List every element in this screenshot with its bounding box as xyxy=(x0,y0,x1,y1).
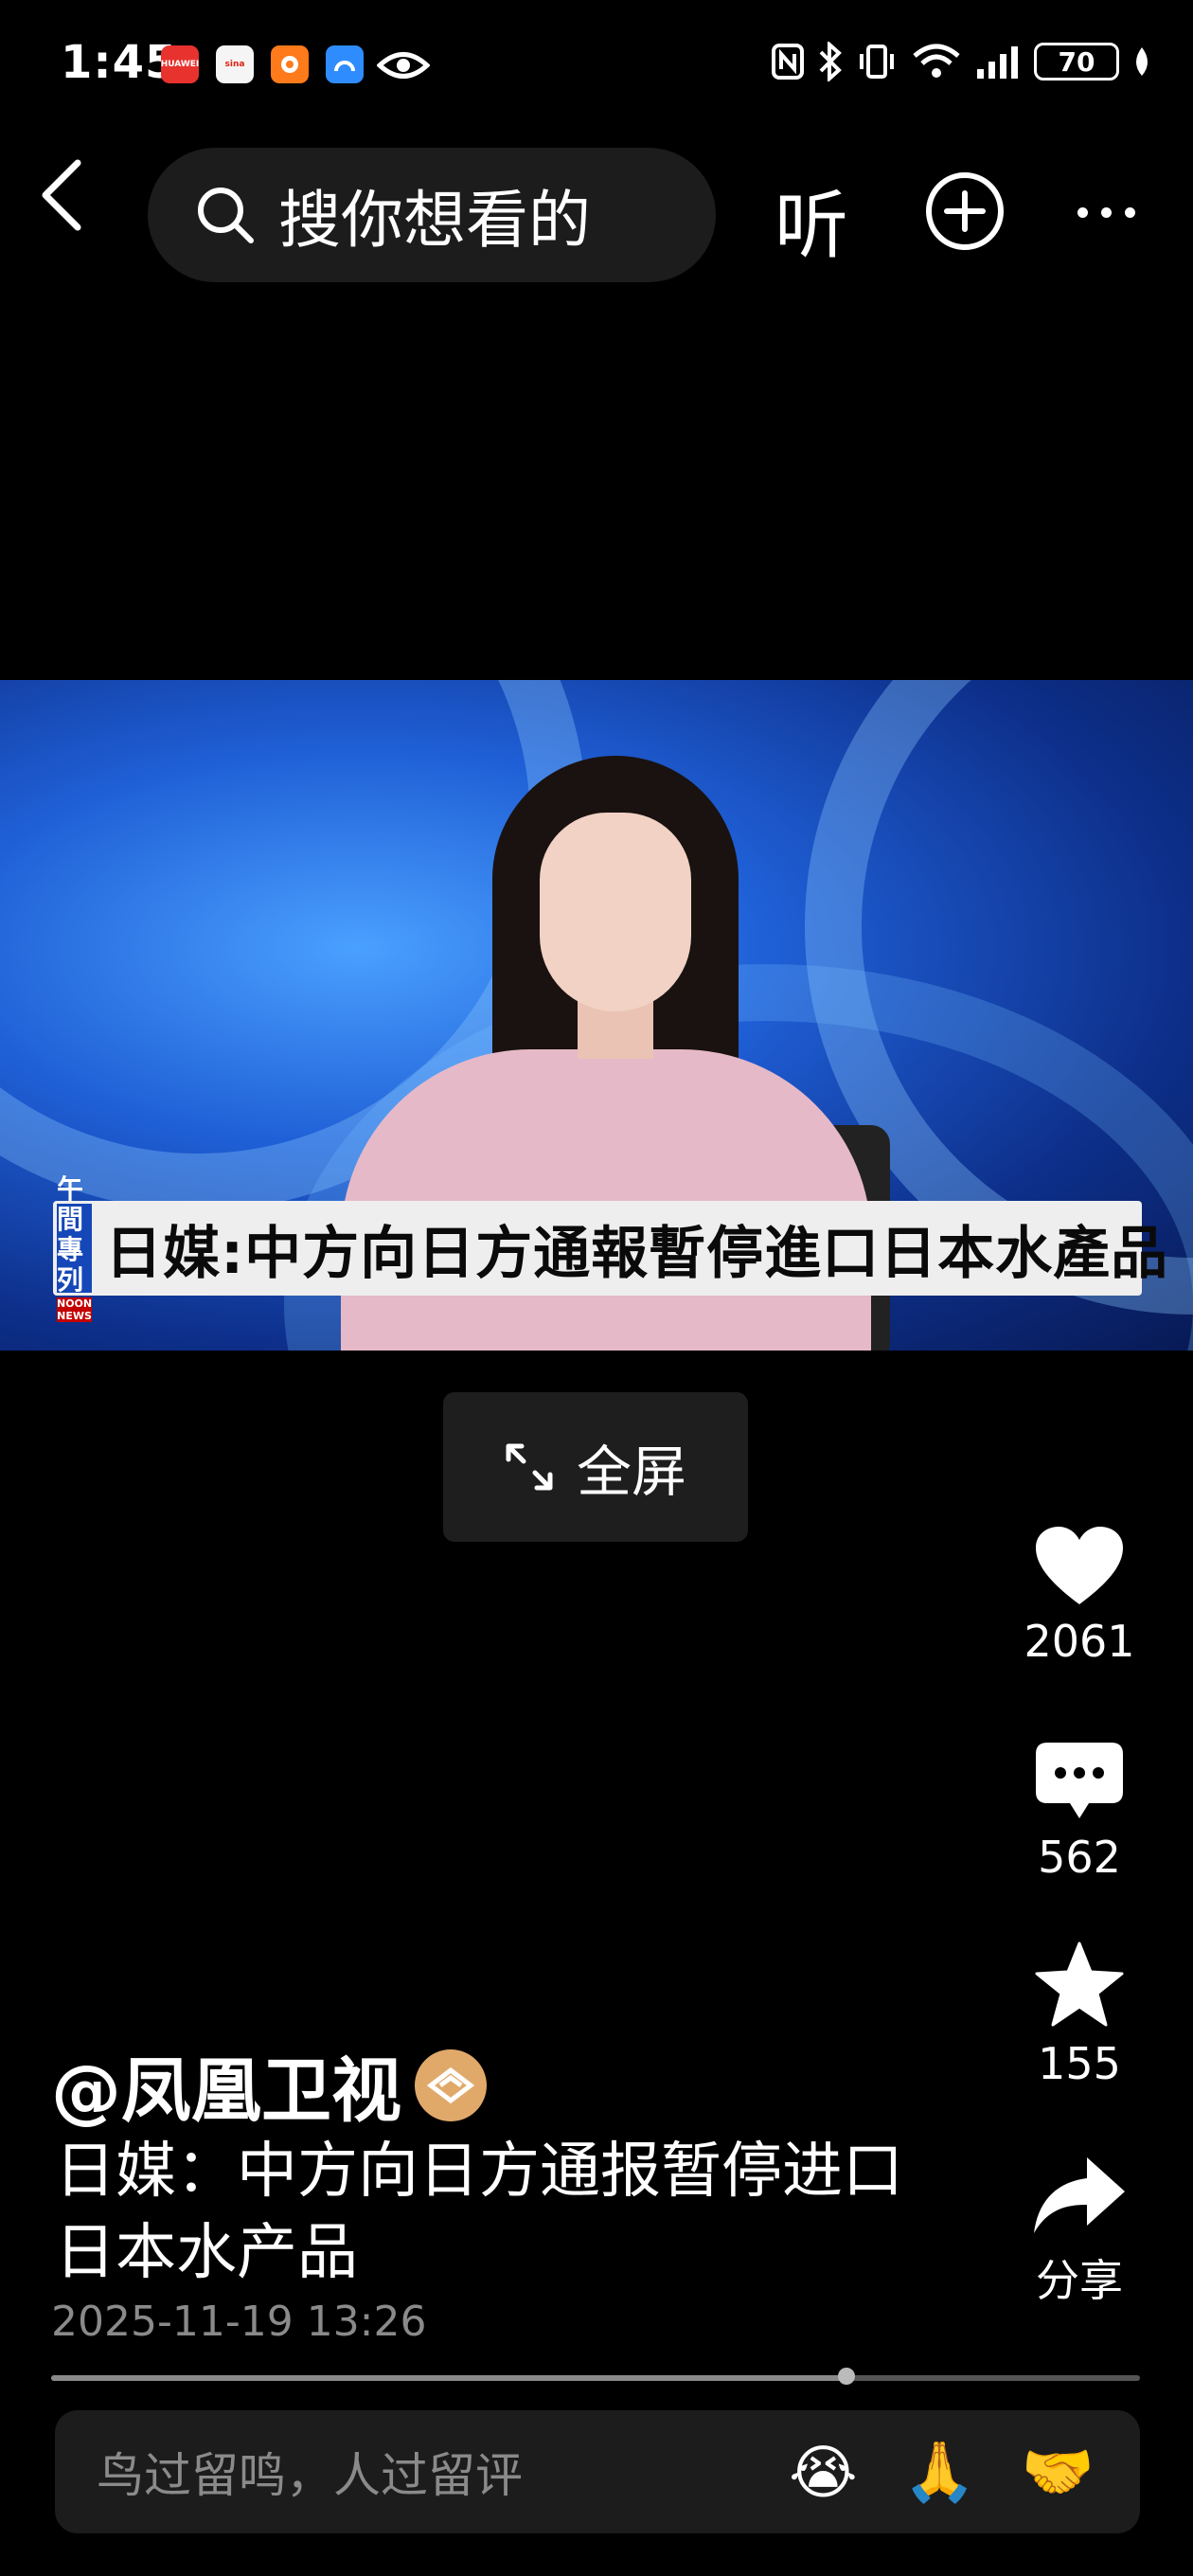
handshake-emoji-icon[interactable]: 🤝 xyxy=(1022,2437,1095,2507)
praying-hands-emoji-icon[interactable]: 🙏 xyxy=(903,2437,976,2507)
bluetooth-icon xyxy=(819,42,842,81)
post-timestamp: 2025-11-19 13:26 xyxy=(51,2298,427,2346)
leaf-icon xyxy=(1136,47,1148,76)
logo-line-3: NOON NEWS xyxy=(57,1297,93,1322)
status-time: 1:45 xyxy=(61,36,178,89)
more-dot-icon xyxy=(1077,206,1088,218)
share-arrow-icon xyxy=(1034,2157,1125,2233)
progress-fill xyxy=(51,2375,846,2381)
blue-app-icon xyxy=(326,45,364,83)
back-button[interactable] xyxy=(28,159,97,231)
share-action[interactable]: 分享 xyxy=(1004,2156,1155,2309)
chevron-left-icon xyxy=(42,159,81,231)
crying-laugh-emoji-icon[interactable]: 😭 xyxy=(789,2438,857,2507)
search-icon xyxy=(198,188,254,243)
news-headline: 日媒:中方向日方通報暫停進口日本水產品 xyxy=(105,1220,1169,1287)
add-button[interactable] xyxy=(924,170,1006,252)
sina-app-icon: sina xyxy=(216,45,254,83)
eye-icon xyxy=(376,49,431,85)
logo-line-1: 午間 xyxy=(57,1173,86,1235)
comment-placeholder: 鸟过留鸣，人过留评 xyxy=(97,2448,523,2503)
like-count: 2061 xyxy=(1024,1616,1135,1667)
battery-indicator: 70 xyxy=(1034,43,1119,80)
post-caption: 日媒：中方向日方通报暂停进口日本水产品 xyxy=(55,2137,903,2288)
heart-icon xyxy=(1036,1527,1123,1604)
fullscreen-button[interactable]: 全屏 xyxy=(443,1392,748,1542)
progress-handle[interactable] xyxy=(837,2368,855,2385)
signal-icon xyxy=(977,46,1018,79)
video-player[interactable]: 午間 專列 NOON NEWS 日媒:中方向日方通報暫停進口日本水產品 xyxy=(0,680,1193,1351)
wifi-icon xyxy=(913,44,960,78)
comment-bubble-icon xyxy=(1036,1743,1123,1818)
listen-button[interactable]: 听 xyxy=(775,167,848,273)
comment-count: 562 xyxy=(1038,1832,1121,1883)
logo-line-2: 專列 xyxy=(57,1234,86,1296)
orange-app-icon xyxy=(271,45,309,83)
author-name[interactable]: @凤凰卫视 xyxy=(51,2034,401,2136)
favorite-count: 155 xyxy=(1038,2038,1121,2089)
more-options-button[interactable] xyxy=(1077,201,1144,224)
author-row[interactable]: @凤凰卫视 xyxy=(51,2034,487,2136)
noon-news-logo: 午間 專列 NOON NEWS xyxy=(57,1174,93,1322)
status-indicators: 70 xyxy=(771,42,1151,81)
share-label: 分享 xyxy=(1036,2255,1123,2306)
search-placeholder: 搜你想看的 xyxy=(278,184,591,257)
news-anchor-face xyxy=(540,813,691,1011)
vibrate-icon xyxy=(860,45,894,79)
search-box[interactable]: 搜你想看的 xyxy=(148,148,716,282)
more-dot-icon xyxy=(1125,206,1135,218)
comment-input[interactable]: 鸟过留鸣，人过留评 😭 🙏 🤝 xyxy=(55,2410,1140,2533)
fullscreen-label: 全屏 xyxy=(576,1440,686,1504)
verified-badge-icon xyxy=(415,2048,487,2121)
expand-icon xyxy=(506,1443,553,1491)
news-anchor-body xyxy=(341,1049,871,1351)
favorite-action[interactable]: 155 xyxy=(1004,1941,1155,2089)
more-dot-icon xyxy=(1101,206,1112,218)
huawei-app-icon: HUAWEI xyxy=(161,45,199,83)
plus-circle-icon xyxy=(926,172,1004,250)
comment-action[interactable]: 562 xyxy=(1004,1741,1155,1883)
star-icon xyxy=(1035,1941,1124,2027)
like-action[interactable]: 2061 xyxy=(1004,1525,1155,1667)
news-banner: 午間 專列 NOON NEWS 日媒:中方向日方通報暫停進口日本水產品 xyxy=(53,1174,1167,1322)
nfc-icon xyxy=(772,44,804,80)
